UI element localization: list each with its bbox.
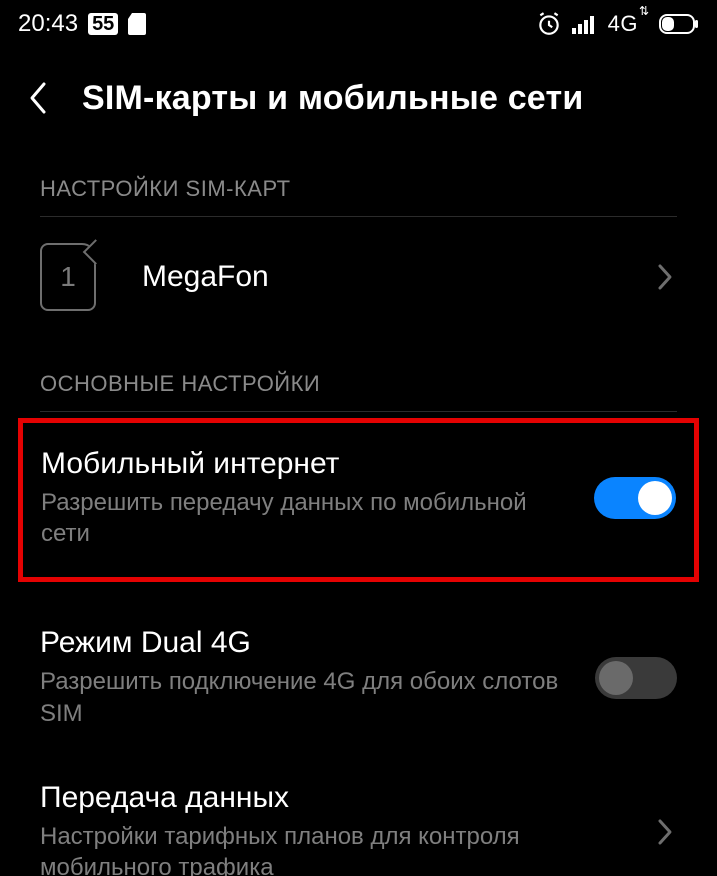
data-usage-desc: Настройки тарифных планов для контроля м… xyxy=(40,821,633,876)
sim-settings-section: НАСТРОЙКИ SIM-КАРТ 1 MegaFon xyxy=(0,150,717,345)
dual-4g-row[interactable]: Режим Dual 4G Разрешить подключение 4G д… xyxy=(40,602,677,756)
network-activity-icon: ⇅ xyxy=(639,4,649,18)
mobile-data-text: Мобильный интернет Разрешить передачу да… xyxy=(41,447,570,549)
other-settings: Режим Dual 4G Разрешить подключение 4G д… xyxy=(0,602,717,876)
dual-4g-desc: Разрешить подключение 4G для обоих слото… xyxy=(40,666,571,728)
sim-slot-number: 1 xyxy=(60,261,76,293)
dual-4g-text: Режим Dual 4G Разрешить подключение 4G д… xyxy=(40,626,571,728)
signal-icon xyxy=(572,14,598,34)
section-label-sim: НАСТРОЙКИ SIM-КАРТ xyxy=(40,150,677,217)
battery-icon xyxy=(659,14,699,34)
data-usage-text: Передача данных Настройки тарифных плано… xyxy=(40,781,633,876)
sim-card-row[interactable]: 1 MegaFon xyxy=(40,217,677,345)
dual-4g-title: Режим Dual 4G xyxy=(40,626,571,660)
dual-4g-toggle[interactable] xyxy=(595,657,677,699)
mobile-data-row[interactable]: Мобильный интернет Разрешить передачу да… xyxy=(41,423,676,577)
alarm-icon xyxy=(536,11,562,37)
sd-card-icon xyxy=(128,13,146,35)
mobile-data-toggle[interactable] xyxy=(594,477,676,519)
status-time: 20:43 xyxy=(18,10,78,38)
data-usage-row[interactable]: Передача данных Настройки тарифных плано… xyxy=(40,757,677,876)
data-usage-title: Передача данных xyxy=(40,781,633,815)
page-header: SIM-карты и мобильные сети xyxy=(0,44,717,150)
network-type-label: 4G⇅ xyxy=(608,10,649,38)
chevron-right-icon xyxy=(657,818,677,846)
status-right: 4G⇅ xyxy=(536,10,699,38)
status-left: 20:43 55 xyxy=(18,10,146,38)
sim-card-icon: 1 xyxy=(40,243,96,311)
mobile-data-desc: Разрешить передачу данных по мобильной с… xyxy=(41,487,570,549)
section-label-main: ОСНОВНЫЕ НАСТРОЙКИ xyxy=(40,345,677,412)
sim-carrier-name: MegaFon xyxy=(142,260,611,294)
chevron-right-icon xyxy=(657,263,677,291)
main-settings-section: ОСНОВНЫЕ НАСТРОЙКИ xyxy=(0,345,717,412)
mobile-data-title: Мобильный интернет xyxy=(41,447,570,481)
status-badge: 55 xyxy=(88,13,118,35)
status-bar: 20:43 55 4G⇅ xyxy=(0,0,717,44)
mobile-data-highlight: Мобильный интернет Разрешить передачу да… xyxy=(18,418,699,582)
back-button[interactable] xyxy=(24,76,52,120)
page-title: SIM-карты и мобильные сети xyxy=(82,79,583,118)
